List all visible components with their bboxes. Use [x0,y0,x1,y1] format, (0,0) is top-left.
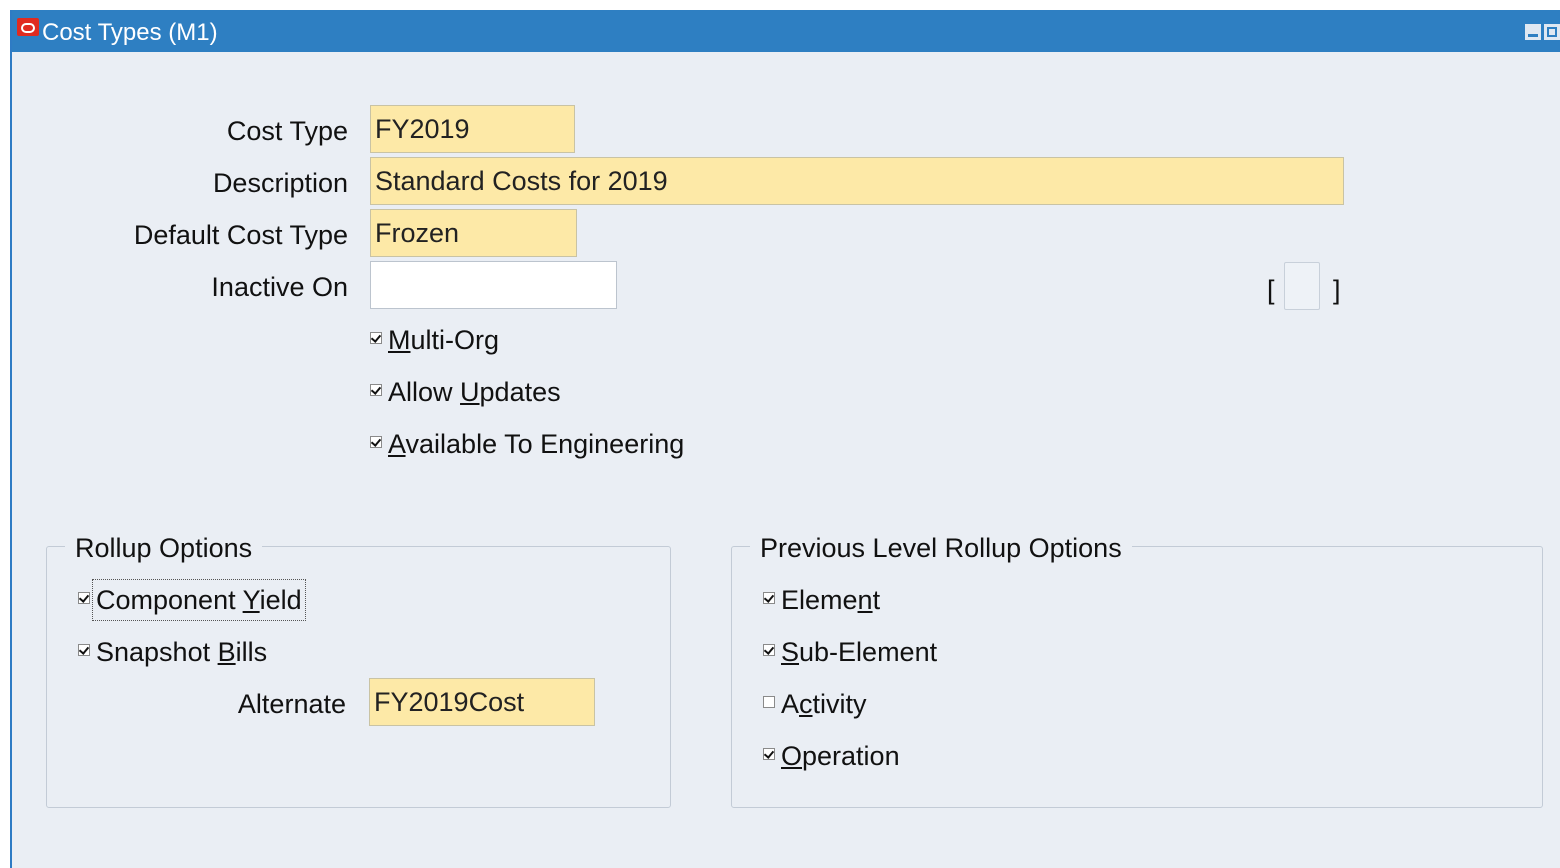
snapshot-bills-checkbox-row[interactable]: Snapshot Bills [78,635,267,669]
element-checkbox[interactable] [763,592,775,604]
bracket-open: [ [1267,275,1275,305]
element-checkbox-row[interactable]: Element [763,583,880,617]
alternate-label: Alternate [237,689,346,719]
operation-checkbox-row[interactable]: Operation [763,739,900,773]
description-label: Description [212,168,348,198]
activity-checkbox[interactable] [763,696,775,708]
multi-org-label: Multi-Org [388,325,500,355]
sub-element-label: Sub-Element [781,637,938,667]
operation-label: Operation [781,741,900,771]
default-cost-type-field[interactable] [370,209,577,257]
maximize-icon[interactable] [1544,24,1560,40]
available-to-engineering-checkbox[interactable] [370,436,382,448]
descriptive-flexfield[interactable] [1284,262,1320,310]
description-field[interactable] [370,157,1344,205]
snapshot-bills-checkbox[interactable] [78,644,90,656]
allow-updates-checkbox[interactable] [370,384,382,396]
operation-checkbox[interactable] [763,748,775,760]
snapshot-bills-label: Snapshot Bills [96,637,268,667]
previous-level-rollup-options-title: Previous Level Rollup Options [750,531,1132,565]
multi-org-checkbox[interactable] [370,332,382,344]
oracle-app-icon [17,18,39,36]
component-yield-checkbox-row[interactable]: Component Yield [78,579,306,621]
sub-element-checkbox-row[interactable]: Sub-Element [763,635,937,669]
bracket-close: ] [1333,275,1341,305]
alternate-field[interactable] [369,678,595,726]
inactive-on-label: Inactive On [211,272,348,302]
allow-updates-checkbox-row[interactable]: Allow Updates [370,375,561,409]
available-to-engineering-label: Available To Engineering [388,429,685,459]
element-label: Element [781,585,881,615]
window-controls [1525,24,1560,40]
title-bar[interactable]: Cost Types (M1) [12,10,1560,52]
allow-updates-label: Allow Updates [388,377,561,407]
window-title: Cost Types (M1) [42,19,218,46]
component-yield-checkbox[interactable] [78,592,90,604]
multi-org-checkbox-row[interactable]: Multi-Org [370,323,499,357]
rollup-options-title: Rollup Options [65,531,263,565]
activity-label: Activity [781,689,867,719]
inactive-on-field[interactable] [370,261,617,309]
minimize-icon[interactable] [1525,24,1541,40]
activity-checkbox-row[interactable]: Activity [763,687,867,721]
sub-element-checkbox[interactable] [763,644,775,656]
cost-type-label: Cost Type [226,116,348,146]
component-yield-label: Component Yield [92,579,306,621]
available-to-engineering-checkbox-row[interactable]: Available To Engineering [370,427,684,461]
default-cost-type-label: Default Cost Type [133,220,348,250]
cost-type-field[interactable] [370,105,575,153]
